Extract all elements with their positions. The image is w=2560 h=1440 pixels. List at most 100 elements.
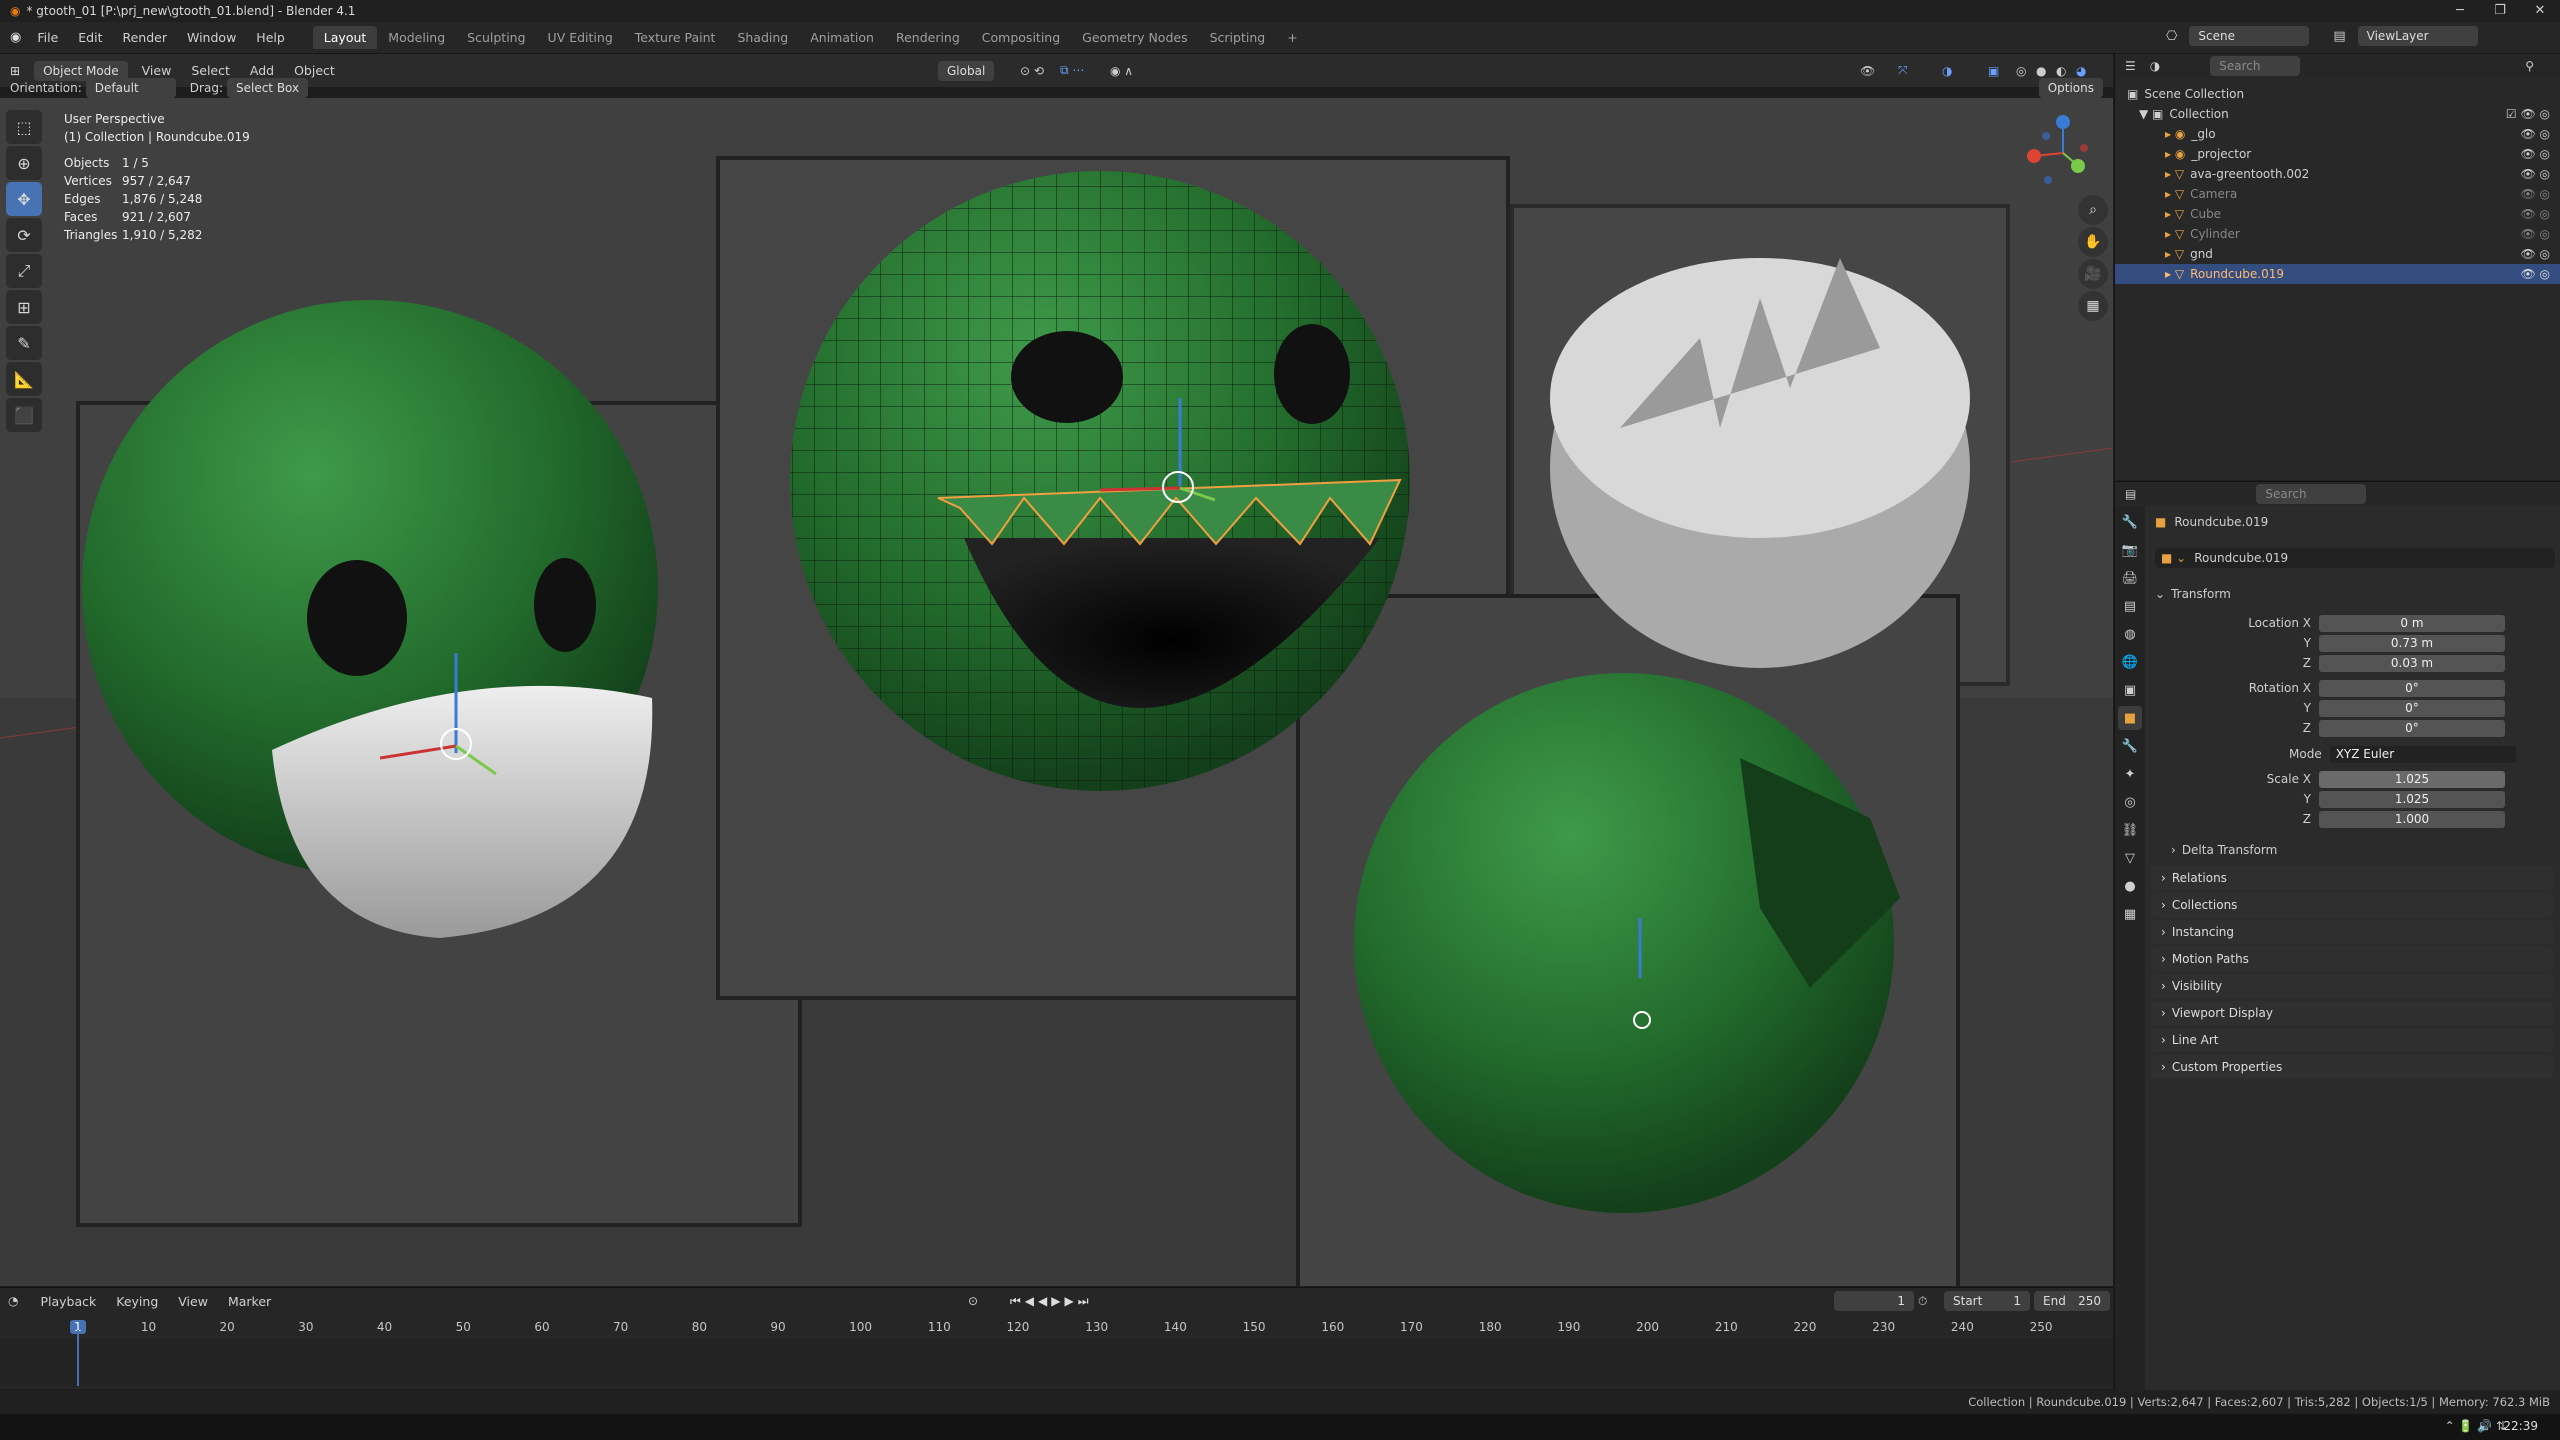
maximize-icon[interactable]: ❐ bbox=[2480, 0, 2520, 22]
proportional-edit-icon[interactable]: ◉ ∧ bbox=[1110, 64, 1133, 78]
outliner-row-camera[interactable]: ▸ ▽ Camera 👁 ◎ bbox=[2115, 184, 2560, 204]
texture-tab-icon[interactable]: ▦ bbox=[2118, 902, 2142, 926]
tab-compositing[interactable]: Compositing bbox=[971, 26, 1071, 49]
pan-icon[interactable]: ✋ bbox=[2078, 227, 2108, 257]
eye-camera-icon[interactable]: 👁 ◎ bbox=[2520, 227, 2550, 241]
shading-solid-icon[interactable]: ● bbox=[2036, 64, 2046, 78]
timeline-editor-icon[interactable]: ◔ bbox=[8, 1294, 18, 1308]
render-tab-icon[interactable]: 📷 bbox=[2118, 538, 2142, 562]
cursor-icon[interactable]: ⊕ bbox=[6, 146, 42, 180]
options-button[interactable]: Options bbox=[2038, 78, 2103, 98]
tab-animation[interactable]: Animation bbox=[799, 26, 885, 49]
clock-icon[interactable]: ⏱ bbox=[1918, 1294, 1927, 1309]
outliner-row-gnd[interactable]: ▸ ▽ gnd 👁 ◎ bbox=[2115, 244, 2560, 264]
scene-icon[interactable]: ⎔ bbox=[2166, 29, 2177, 44]
eye-camera-icon[interactable]: 👁 ◎ bbox=[2520, 127, 2550, 141]
add-workspace-icon[interactable]: + bbox=[1276, 26, 1308, 49]
viewport-3d[interactable] bbox=[0, 98, 2113, 1286]
menu-view[interactable]: View bbox=[168, 1294, 218, 1309]
zoom-icon[interactable]: ⌕ bbox=[2078, 195, 2108, 225]
menu-edit[interactable]: Edit bbox=[68, 30, 112, 45]
tab-scripting[interactable]: Scripting bbox=[1199, 26, 1277, 49]
shading-material-icon[interactable]: ◐ bbox=[2056, 64, 2066, 78]
eye-camera-icon[interactable]: 👁 ◎ bbox=[2520, 207, 2550, 221]
physics-tab-icon[interactable]: ◎ bbox=[2118, 790, 2142, 814]
eye-camera-icon[interactable]: 👁 ◎ bbox=[2520, 247, 2550, 261]
overlay-toggle-icon[interactable]: ◑ bbox=[1942, 64, 1952, 78]
snap-icon[interactable]: ⧉ ⋯ bbox=[1060, 63, 1084, 78]
blender-menu-icon[interactable]: ◉ bbox=[10, 30, 21, 45]
location-z-field[interactable]: 0.03 m bbox=[2319, 654, 2505, 672]
eye-camera-icon[interactable]: 👁 ◎ bbox=[2520, 187, 2550, 201]
outliner-editor-icon[interactable]: ☰ bbox=[2125, 59, 2136, 73]
collection-tab-icon[interactable]: ▣ bbox=[2118, 678, 2142, 702]
viewlayer-selector[interactable]: ViewLayer bbox=[2357, 26, 2478, 46]
close-icon[interactable]: ✕ bbox=[2520, 0, 2560, 22]
outliner-row-scene-collection[interactable]: ▣ Scene Collection bbox=[2115, 84, 2560, 104]
scale-z-field[interactable]: 1.000 bbox=[2319, 810, 2505, 828]
output-tab-icon[interactable]: 🖨 bbox=[2118, 566, 2142, 590]
menu-object[interactable]: Object bbox=[284, 63, 345, 78]
camera-view-icon[interactable]: 🎥 bbox=[2078, 259, 2108, 289]
location-x-field[interactable]: 0 m bbox=[2319, 614, 2505, 632]
object-tab-icon[interactable]: ■ bbox=[2118, 706, 2142, 730]
orientation-selector[interactable]: Default bbox=[85, 78, 176, 98]
location-y-field[interactable]: 0.73 m bbox=[2319, 634, 2505, 652]
tab-sculpting[interactable]: Sculpting bbox=[456, 26, 536, 49]
rotation-y-field[interactable]: 0° bbox=[2319, 699, 2505, 717]
xray-toggle-icon[interactable]: ▣ bbox=[1988, 64, 1999, 78]
start-frame-field[interactable]: Start 1 bbox=[1944, 1291, 2030, 1311]
editor-type-icon[interactable]: ⊞ bbox=[10, 64, 20, 78]
scene-tab-icon[interactable]: ◍ bbox=[2118, 622, 2142, 646]
menu-file[interactable]: File bbox=[27, 30, 68, 45]
select-box-icon[interactable]: ⬚ bbox=[6, 110, 42, 144]
gizmo-toggle-icon[interactable]: ⤧ bbox=[1898, 63, 1908, 78]
world-tab-icon[interactable]: 🌐 bbox=[2118, 650, 2142, 674]
tab-modeling[interactable]: Modeling bbox=[377, 26, 456, 49]
menu-window[interactable]: Window bbox=[177, 30, 246, 45]
delta-transform-header[interactable]: › Delta Transform bbox=[2171, 840, 2277, 860]
move-icon[interactable]: ✥ bbox=[6, 182, 42, 216]
panel-custom-properties[interactable]: › Custom Properties bbox=[2151, 1055, 2553, 1079]
rotate-icon[interactable]: ⟳ bbox=[6, 218, 42, 252]
eye-camera-icon[interactable]: 👁 ◎ bbox=[2520, 267, 2550, 281]
panel-relations[interactable]: › Relations bbox=[2151, 866, 2553, 890]
outliner-search[interactable]: Search bbox=[2210, 56, 2301, 76]
menu-add[interactable]: Add bbox=[240, 63, 284, 78]
timeline-track-area[interactable] bbox=[0, 1338, 2113, 1386]
object-name-field[interactable]: ■ ⌄ Roundcube.019 bbox=[2155, 548, 2555, 568]
panel-viewport-display[interactable]: › Viewport Display bbox=[2151, 1001, 2553, 1025]
timeline-ruler[interactable]: 1 10 20 30 40 50 60 70 80 90 100 110 120 130 140 150 160… bbox=[0, 1318, 2113, 1336]
viewlayer-icon[interactable]: ▤ bbox=[2333, 29, 2345, 44]
constraints-tab-icon[interactable]: ⛓ bbox=[2118, 818, 2142, 842]
panel-visibility[interactable]: › Visibility bbox=[2151, 974, 2553, 998]
outliner-row-cylinder[interactable]: ▸ ▽ Cylinder 👁 ◎ bbox=[2115, 224, 2560, 244]
axis-x-icon[interactable] bbox=[2027, 149, 2041, 163]
material-tab-icon[interactable]: ● bbox=[2118, 874, 2142, 898]
panel-collections[interactable]: › Collections bbox=[2151, 893, 2553, 917]
playhead[interactable] bbox=[77, 1330, 79, 1386]
panel-motion-paths[interactable]: › Motion Paths bbox=[2151, 947, 2553, 971]
autokey-icon[interactable]: ⊙ bbox=[968, 1294, 978, 1308]
view-layer-tab-icon[interactable]: ▤ bbox=[2118, 594, 2142, 618]
modifier-tab-icon[interactable]: 🔧 bbox=[2118, 734, 2142, 758]
playback-controls-icon[interactable]: ⏮◀◀▶▶⏭ bbox=[1010, 1294, 1093, 1309]
add-cube-icon[interactable]: ⬛ bbox=[6, 398, 42, 432]
visibility-icon[interactable]: 👁 bbox=[1860, 64, 1875, 78]
outliner-row-collection[interactable]: ▼ ▣ Collection ☑ 👁 ◎ bbox=[2115, 104, 2560, 124]
tab-texture-paint[interactable]: Texture Paint bbox=[624, 26, 727, 49]
menu-help[interactable]: Help bbox=[246, 30, 295, 45]
measure-icon[interactable]: 📐 bbox=[6, 362, 42, 396]
rotation-mode-select[interactable]: XYZ Euler bbox=[2329, 745, 2516, 763]
properties-search[interactable]: Search bbox=[2256, 484, 2367, 504]
annotate-icon[interactable]: ✎ bbox=[6, 326, 42, 360]
tab-geometry-nodes[interactable]: Geometry Nodes bbox=[1071, 26, 1198, 49]
properties-editor-icon[interactable]: ▤ bbox=[2125, 487, 2136, 501]
outliner-row-glo[interactable]: ▸ ◉ _glo 👁 ◎ bbox=[2115, 124, 2560, 144]
menu-select[interactable]: Select bbox=[181, 63, 240, 78]
transform-icon[interactable]: ⊞ bbox=[6, 290, 42, 324]
display-mode-icon[interactable]: ◑ bbox=[2150, 59, 2160, 73]
menu-view[interactable]: View bbox=[132, 63, 182, 78]
outliner-row-cube[interactable]: ▸ ▽ Cube 👁 ◎ bbox=[2115, 204, 2560, 224]
scale-x-field[interactable]: 1.025 bbox=[2319, 770, 2505, 788]
